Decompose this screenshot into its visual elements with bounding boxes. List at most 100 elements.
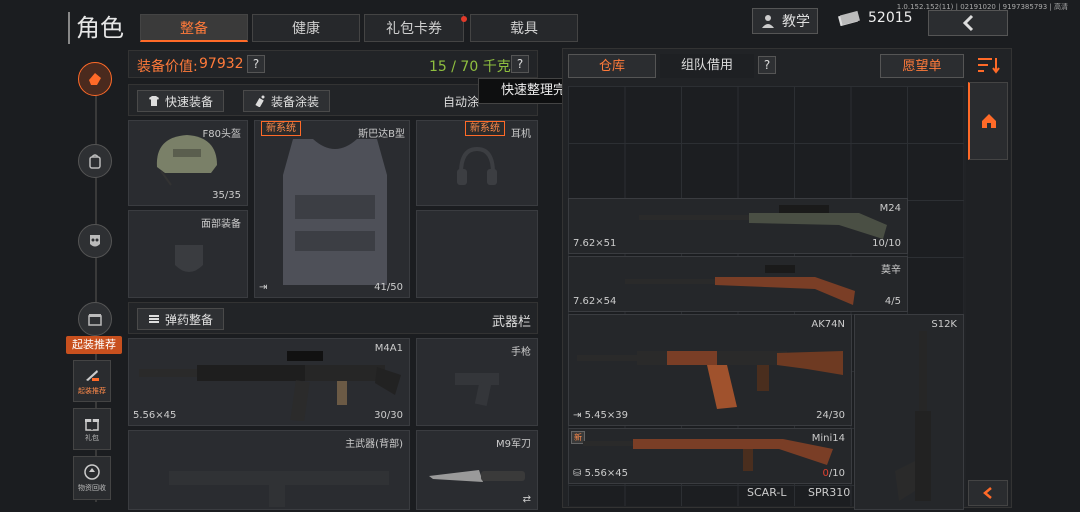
item-caliber: ⛁ 5.56×45 xyxy=(573,468,628,479)
value-help-button[interactable]: ? xyxy=(247,55,265,73)
page-title: 角色 xyxy=(68,12,124,44)
warehouse-item-spr310[interactable]: SPR310 xyxy=(808,486,850,499)
equipment-value-bar: 装备价值: 97932 ? 15 / 70 千克 ? xyxy=(128,50,538,78)
ammo-icon xyxy=(148,313,160,325)
chevron-left-icon xyxy=(982,486,994,500)
notification-dot xyxy=(461,16,467,22)
sidebar-loadout-icon[interactable] xyxy=(78,62,112,96)
item-name: S12K xyxy=(931,319,957,330)
warehouse-item-mosin[interactable]: 莫辛 7.62×54 4/5 xyxy=(568,256,908,312)
quick-equip-label: 快速装备 xyxy=(165,94,214,109)
tutorial-icon xyxy=(760,13,776,29)
face-slot[interactable]: 面部装备 xyxy=(128,210,248,298)
sidebar-mask-icon[interactable] xyxy=(78,224,112,258)
rifle-stand-icon xyxy=(83,366,101,384)
weapon-bar-label: 武器栏 xyxy=(491,315,531,330)
ammo-button[interactable]: 弹药整备 xyxy=(137,308,225,330)
sidebar-backpack-icon[interactable] xyxy=(78,144,112,178)
item-caliber-text: 5.45×39 xyxy=(584,410,628,421)
item-name: 莫辛 xyxy=(881,265,901,276)
ammo-label: 弹药整备 xyxy=(165,312,214,327)
ak74n-rifle-icon xyxy=(577,329,847,413)
vest-icon xyxy=(273,135,397,291)
knife-slot[interactable]: M9军刀 ⇄ xyxy=(416,430,538,510)
helmet-durability: 35/35 xyxy=(212,190,241,201)
primary-weapon-slot[interactable]: M4A1 5.56×45 30/30 xyxy=(128,338,410,426)
sidebar-gift-button[interactable]: 礼包 xyxy=(73,408,111,450)
s12k-shotgun-icon xyxy=(885,331,945,511)
gift-icon xyxy=(84,415,100,431)
tutorial-label: 教学 xyxy=(782,14,810,30)
mosin-rifle-icon xyxy=(625,261,865,307)
m24-rifle-icon xyxy=(639,203,889,249)
paint-label: 装备涂装 xyxy=(271,94,320,109)
warehouse-item-ak74n[interactable]: AK74N ⇥ 5.45×39 24/30 xyxy=(568,314,852,426)
weight-value: 15 / 70 千克 xyxy=(429,59,511,75)
collapse-rail-button[interactable] xyxy=(968,480,1008,506)
backup-weapon-slot[interactable]: 主武器(背部) xyxy=(128,430,410,510)
primary-ammo-count: 30/30 xyxy=(374,410,403,421)
empty-slot[interactable] xyxy=(416,210,538,298)
tab-team-borrow[interactable]: 组队借用 xyxy=(660,54,754,78)
primary-caliber: 5.56×45 xyxy=(133,410,177,421)
knife-name: M9军刀 xyxy=(496,439,531,450)
pistol-icon xyxy=(453,369,503,409)
equipment-toolbar: 快速装备 装备涂装 自动涂 xyxy=(128,84,538,116)
warehouse-help-button[interactable]: ? xyxy=(758,56,776,74)
headset-slot[interactable]: 新系统 耳机 xyxy=(416,120,538,206)
warehouse-right-rail xyxy=(966,80,1010,506)
item-count: 0/10 xyxy=(823,468,845,479)
equipment-value: 97932 xyxy=(199,56,244,72)
auto-paint-label: 自动涂 xyxy=(443,95,480,109)
wishlist-button[interactable]: 愿望单 xyxy=(880,54,964,78)
pistol-slot[interactable]: 手枪 xyxy=(416,338,538,426)
currency-amount: 52015 xyxy=(868,10,913,26)
headset-icon xyxy=(455,145,499,189)
warehouse-item-m24[interactable]: M24 7.62×51 10/10 xyxy=(568,198,908,254)
tab-vehicles[interactable]: 载具 xyxy=(470,14,578,42)
item-caliber-text: 5.56×45 xyxy=(584,468,628,479)
backup-rifle-silhouette-icon xyxy=(169,457,399,507)
quick-equip-button[interactable]: 快速装备 xyxy=(137,90,225,112)
value-label: 装备价值: xyxy=(137,59,198,75)
tab-gift-cards[interactable]: 礼包卡券 xyxy=(364,14,464,42)
armor-slot[interactable]: 新系统 斯巴达B型 41/50 ⇥ xyxy=(254,120,410,298)
face-mask-icon xyxy=(169,239,209,279)
sidebar-recycle-button[interactable]: 物资回收 xyxy=(73,456,111,500)
item-count: 4/5 xyxy=(884,296,901,307)
item-count: 24/30 xyxy=(816,410,845,421)
knife-unequip-icon[interactable]: ⇄ xyxy=(523,494,531,505)
weapon-toolbar: 弹药整备 武器栏 xyxy=(128,302,538,334)
spray-can-icon xyxy=(254,95,266,107)
backup-weapon-name: 主武器(背部) xyxy=(345,439,403,450)
tab-health[interactable]: 健康 xyxy=(252,14,360,42)
currency-display: 52015 xyxy=(838,10,913,26)
knife-icon xyxy=(427,465,527,487)
back-button[interactable] xyxy=(928,10,1008,36)
tab-storage[interactable]: 仓库 xyxy=(568,54,656,78)
sidebar-recommend-button[interactable]: 起装推荐 xyxy=(73,360,111,402)
weight-help-button[interactable]: ? xyxy=(511,55,529,73)
item-count: 10/10 xyxy=(872,238,901,249)
item-caliber: 7.62×51 xyxy=(573,238,617,249)
helmet-icon xyxy=(151,129,223,189)
warehouse-item-s12k[interactable]: S12K xyxy=(854,314,964,510)
pistol-name: 手枪 xyxy=(511,347,531,358)
sort-icon[interactable] xyxy=(978,56,1000,74)
paint-button[interactable]: 装备涂装 xyxy=(243,90,331,112)
item-caliber: ⇥ 5.45×39 xyxy=(573,410,628,421)
warehouse-home-button[interactable] xyxy=(968,82,1008,160)
face-name: 面部装备 xyxy=(201,219,241,230)
warehouse-item-scar-l[interactable]: SCAR-L xyxy=(747,486,786,499)
shirt-icon xyxy=(148,95,160,107)
banknote-icon xyxy=(838,10,860,26)
armor-new-badge: 新系统 xyxy=(261,121,301,136)
gift-label: 礼包 xyxy=(85,434,99,442)
helmet-slot[interactable]: F80头盔 35/35 xyxy=(128,120,248,206)
headset-new-badge: 新系统 xyxy=(465,121,505,136)
tutorial-button[interactable]: 教学 xyxy=(752,8,818,34)
sidebar-crate-icon[interactable] xyxy=(78,302,112,336)
warehouse-item-mini14[interactable]: 新 Mini14 ⛁ 5.56×45 0/10 xyxy=(568,428,852,484)
tab-loadout[interactable]: 整备 xyxy=(140,14,248,42)
unequip-icon[interactable]: ⇥ xyxy=(259,282,267,293)
